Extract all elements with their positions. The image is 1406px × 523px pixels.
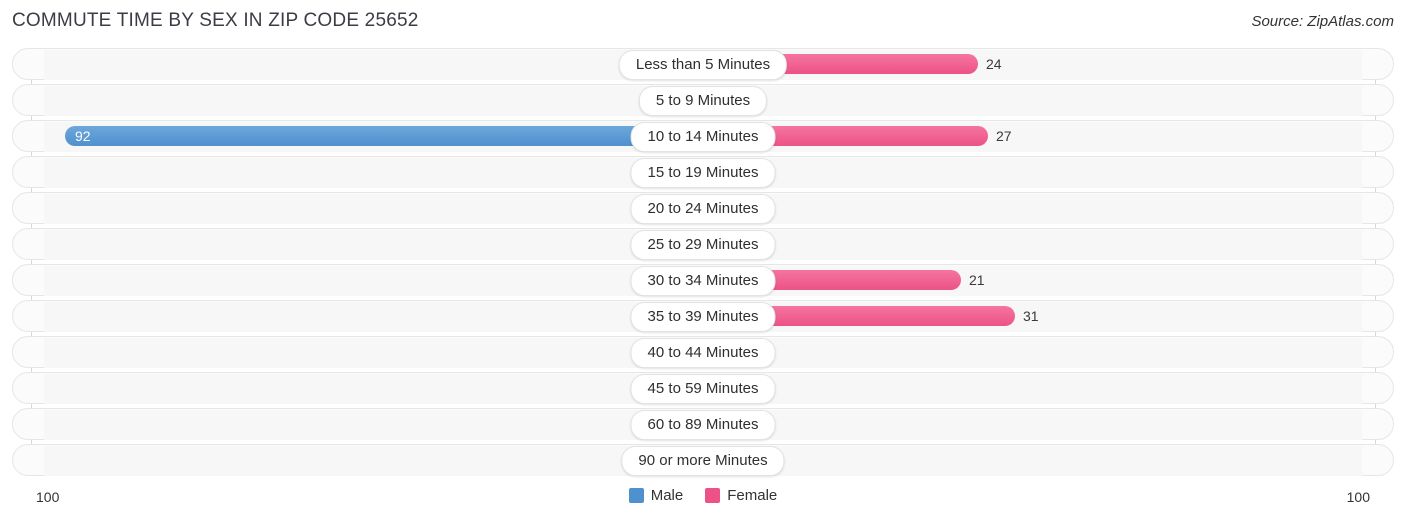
category-label: 25 to 29 Minutes	[630, 230, 776, 260]
table-row: 0025 to 29 Minutes	[0, 228, 1406, 260]
category-label: 15 to 19 Minutes	[630, 158, 776, 188]
category-label: 90 or more Minutes	[621, 446, 785, 476]
chart-page: COMMUTE TIME BY SEX IN ZIP CODE 25652 So…	[0, 0, 1406, 523]
table-row: 0020 to 24 Minutes	[0, 192, 1406, 224]
category-label: Less than 5 Minutes	[618, 50, 788, 80]
legend-label-female: Female	[727, 487, 778, 504]
table-row: 024Less than 5 Minutes	[0, 48, 1406, 80]
category-label: 20 to 24 Minutes	[630, 194, 776, 224]
source-attribution: Source: ZipAtlas.com	[1251, 13, 1394, 30]
legend-item-male[interactable]: Male	[628, 487, 684, 504]
category-label: 40 to 44 Minutes	[630, 338, 776, 368]
value-label-female: 31	[1023, 308, 1039, 324]
male-swatch-icon	[628, 488, 644, 503]
table-row: 0090 or more Minutes	[0, 444, 1406, 476]
table-row: 0060 to 89 Minutes	[0, 408, 1406, 440]
value-label-female: 24	[986, 56, 1002, 72]
category-label: 35 to 39 Minutes	[630, 302, 776, 332]
category-label: 5 to 9 Minutes	[638, 86, 768, 116]
bar-male[interactable]	[65, 126, 703, 146]
table-row: 0015 to 19 Minutes	[0, 156, 1406, 188]
legend-label-male: Male	[650, 487, 684, 504]
table-row: 0040 to 44 Minutes	[0, 336, 1406, 368]
chart-legend: Male Female	[0, 487, 1406, 504]
table-row: 005 to 9 Minutes	[0, 84, 1406, 116]
value-label-female: 27	[996, 128, 1012, 144]
chart-footer: 100 100 Male Female	[0, 487, 1406, 523]
category-label: 60 to 89 Minutes	[630, 410, 776, 440]
category-label: 30 to 34 Minutes	[630, 266, 776, 296]
legend-item-female[interactable]: Female	[705, 487, 777, 504]
category-label: 45 to 59 Minutes	[630, 374, 776, 404]
bar-rows: 024Less than 5 Minutes005 to 9 Minutes92…	[0, 48, 1406, 480]
table-row: 0045 to 59 Minutes	[0, 372, 1406, 404]
table-row: 92 27 10 to 14 Minutes	[0, 120, 1406, 152]
value-label-female: 21	[969, 272, 985, 288]
plot-area: 024Less than 5 Minutes005 to 9 Minutes92…	[0, 48, 1406, 488]
table-row: 03135 to 39 Minutes	[0, 300, 1406, 332]
value-label-male: 92	[75, 128, 91, 144]
page-title: COMMUTE TIME BY SEX IN ZIP CODE 25652	[12, 10, 419, 31]
female-swatch-icon	[705, 488, 721, 503]
category-label: 10 to 14 Minutes	[630, 122, 776, 152]
table-row: 02130 to 34 Minutes	[0, 264, 1406, 296]
